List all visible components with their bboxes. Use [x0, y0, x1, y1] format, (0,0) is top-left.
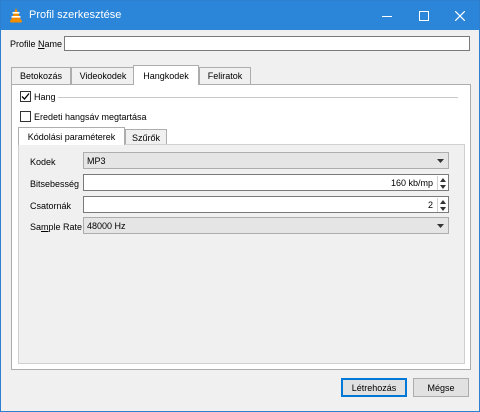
maximize-button[interactable] [406, 1, 442, 30]
sample-rate-label: Sample Rate [30, 222, 83, 232]
tab-subtitles[interactable]: Feliratok [199, 67, 251, 84]
bitrate-value: 160 kb/mp [390, 178, 433, 188]
bitrate-label: Bitsebesség [30, 179, 80, 189]
tab-video-codec[interactable]: Videokodek [71, 67, 135, 84]
channels-spinbox[interactable]: 2 [83, 196, 449, 213]
group-divider [58, 97, 458, 98]
codec-select[interactable]: MP3 [83, 152, 449, 169]
close-icon [455, 10, 465, 21]
minimize-button[interactable] [369, 1, 405, 30]
codec-value: MP3 [87, 155, 106, 166]
sample-rate-select[interactable]: 48000 Hz [83, 217, 449, 234]
bitrate-spin-buttons [437, 176, 447, 190]
audio-enable-checkbox[interactable] [20, 91, 31, 102]
channels-label: Csatornák [30, 201, 72, 211]
tab-audio-codec[interactable]: Hangkodek [133, 65, 199, 85]
tab-filters[interactable]: Szűrők [125, 129, 167, 145]
create-button[interactable]: Létrehozás [341, 378, 407, 397]
keep-original-track-checkbox[interactable] [20, 111, 31, 122]
keep-original-track-label: Eredeti hangsáv megtartása [34, 112, 147, 122]
profile-name-input[interactable] [64, 36, 470, 51]
channels-value: 2 [427, 200, 433, 210]
minimize-icon [382, 15, 392, 17]
spin-up-arrow-icon[interactable] [438, 198, 448, 205]
dialog-window: Profil szerkesztése Profile Name Betokoz… [0, 0, 480, 412]
title-bar[interactable]: Profil szerkesztése [1, 1, 479, 30]
chevron-down-icon [437, 159, 444, 163]
tab-encoding-parameters[interactable]: Kódolási paraméterek [18, 127, 125, 145]
spin-up-arrow-icon[interactable] [438, 176, 448, 183]
spin-down-arrow-icon[interactable] [438, 205, 448, 212]
channels-spin-buttons [437, 198, 447, 212]
spin-down-arrow-icon[interactable] [438, 183, 448, 190]
maximize-icon [419, 10, 429, 21]
sample-rate-value: 48000 Hz [87, 220, 126, 231]
audio-enable-label: Hang [34, 92, 56, 102]
checkmark-icon [21, 93, 30, 100]
window-title: Profil szerkesztése [29, 9, 122, 21]
tab-encapsulation[interactable]: Betokozás [11, 67, 71, 84]
profile-name-label: Profile Name [10, 39, 63, 49]
vlc-cone-icon [8, 7, 24, 23]
bitrate-spinbox[interactable]: 160 kb/mp [83, 174, 449, 191]
chevron-down-icon [437, 224, 444, 228]
codec-label: Kodek [30, 157, 56, 167]
close-button[interactable] [442, 1, 478, 30]
cancel-button[interactable]: Mégse [413, 378, 469, 397]
